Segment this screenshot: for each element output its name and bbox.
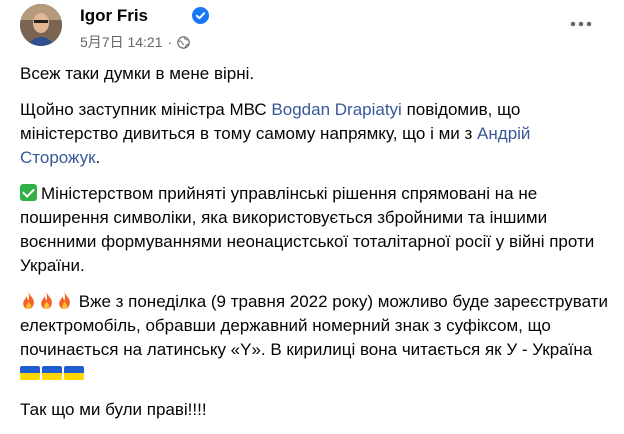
fire-icon (41, 292, 52, 309)
mention-link[interactable]: Bogdan Drapiatyi (271, 100, 401, 119)
meta-separator: · (167, 34, 173, 50)
paragraph-text: Щойно заступник міністра МВС (20, 100, 272, 119)
paragraph-text: Вже з понеділка (9 травня 2022 року) мож… (20, 292, 608, 359)
verified-badge-icon (192, 7, 209, 24)
facebook-post: Igor Fris 5月7日 14:21 · Всеж таки думки в… (0, 0, 624, 430)
ukraine-flag-icon (20, 366, 40, 380)
fire-icon (59, 292, 70, 309)
post-paragraph: Щойно заступник міністра МВС Bogdan Drap… (20, 98, 610, 170)
avatar[interactable] (20, 4, 62, 46)
post-timestamp[interactable]: 5月7日 14:21 (80, 32, 163, 52)
white-check-mark-icon (20, 184, 37, 201)
globe-icon[interactable] (177, 35, 190, 49)
post-paragraph: Так що ми були праві!!!! (20, 400, 207, 419)
post-body: Всеж таки думки в мене вірні. Щойно заст… (20, 62, 610, 434)
fire-icon (23, 292, 34, 309)
ukraine-flag-icon (42, 366, 62, 380)
post-paragraph: Вже з понеділка (9 травня 2022 року) мож… (20, 290, 610, 386)
paragraph-text: . (95, 148, 101, 167)
post-meta: 5月7日 14:21 · (80, 32, 190, 52)
author-name[interactable]: Igor Fris (80, 6, 148, 26)
post-paragraph: Міністерством прийняті управлінські ріше… (20, 182, 610, 278)
ukraine-flag-icon (64, 366, 84, 380)
post-paragraph: Всеж таки думки в мене вірні. (20, 64, 255, 83)
more-options-icon[interactable] (566, 14, 596, 34)
paragraph-text: Міністерством прийняті управлінські ріше… (20, 184, 595, 275)
